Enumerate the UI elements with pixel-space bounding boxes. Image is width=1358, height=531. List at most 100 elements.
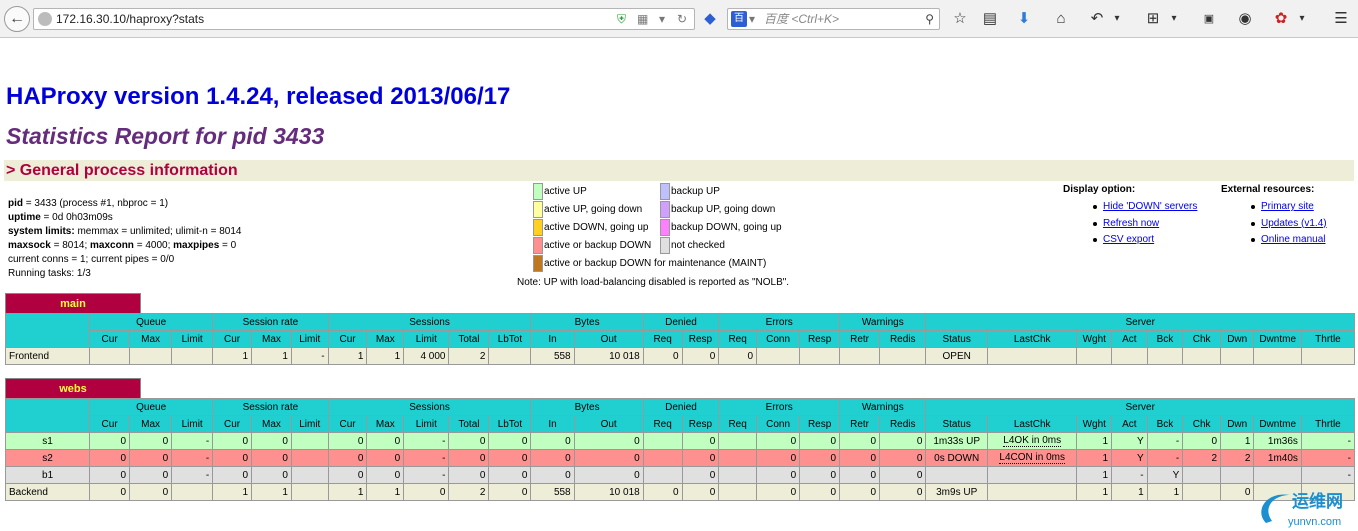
column-header: Resp — [681, 330, 720, 348]
fortune-icon[interactable]: ✿ — [1271, 9, 1291, 29]
column-header: Out — [573, 330, 644, 348]
table-cell: 0 — [89, 449, 131, 467]
column-header: LastChk — [986, 330, 1078, 348]
search-placeholder: 百度 <Ctrl+K> — [764, 12, 840, 26]
search-engine-dropdown-icon[interactable]: ▾ — [749, 9, 755, 29]
table-row: s1 0 0-0 0 0 0-0 0 0 0 0 0 0 0 0 1m33s UP L4OK in 0ms 1 Y… — [4, 432, 1356, 450]
table-cell: 0 — [448, 466, 490, 484]
table-cell: 1 — [1111, 483, 1148, 501]
table-cell: 0 — [488, 449, 532, 467]
table-cell: L4OK in 0ms — [986, 432, 1078, 450]
column-header: Cur — [89, 415, 131, 433]
general-info-section: > General process information — [4, 160, 1354, 181]
column-header: Limit — [290, 415, 329, 433]
csv-export-link[interactable]: CSV export — [1063, 232, 1197, 249]
reader-icon[interactable]: ▣ — [1199, 9, 1219, 29]
shield-icon[interactable]: ⛨ — [617, 9, 626, 29]
table-cell: 0 — [327, 432, 368, 450]
column-header: In — [530, 330, 575, 348]
table-cell — [1253, 466, 1302, 484]
bookmark-star-icon[interactable]: ☆ — [950, 9, 970, 29]
external-resources-title: External resources: — [1221, 184, 1315, 195]
table-cell: 0 — [799, 483, 841, 501]
table-cell: 0 — [839, 466, 881, 484]
group-header: Sessions — [327, 398, 532, 416]
chat-icon[interactable]: ◉ — [1235, 9, 1255, 29]
qr-code-icon[interactable]: ▦ — [637, 9, 648, 29]
legend-label: active or backup DOWN for maintenance (M… — [544, 258, 767, 269]
table-cell: 0 — [366, 432, 405, 450]
column-header: Resp — [799, 415, 841, 433]
table-cell: 0 — [879, 449, 927, 467]
table-cell: 0 — [718, 347, 758, 365]
column-header: Retr — [839, 415, 881, 433]
row-name-cell: s2 — [4, 449, 91, 467]
table-cell: 0 — [756, 466, 801, 484]
crop-dropdown-icon[interactable]: ▾ — [1168, 9, 1180, 29]
table-cell: - — [1146, 432, 1184, 450]
search-engine-icon[interactable]: 百 — [731, 11, 747, 27]
home-icon[interactable]: ⌂ — [1051, 9, 1071, 29]
extension-icon[interactable]: ◆ — [700, 9, 720, 29]
legend-label: backup UP — [671, 186, 720, 197]
table-cell — [718, 432, 758, 450]
table-cell: 0 — [129, 432, 173, 450]
crop-icon[interactable]: ⊞ — [1143, 9, 1163, 29]
table-cell — [171, 483, 214, 501]
search-bar[interactable]: 百 ▾ 百度 <Ctrl+K> ⚲ — [727, 8, 940, 30]
column-header: Max — [251, 330, 292, 348]
table-cell: 558 — [530, 347, 575, 365]
column-header: Cur — [212, 330, 252, 348]
table-cell: 0 — [251, 432, 292, 450]
online-manual-link[interactable]: Online manual — [1221, 232, 1327, 249]
group-header: Session rate — [212, 398, 329, 416]
table-cell: 10 018 — [573, 483, 644, 501]
column-header: Wght — [1076, 330, 1113, 348]
legend-swatch — [660, 183, 670, 200]
undo-dropdown-icon[interactable]: ▾ — [1111, 9, 1123, 29]
table-cell — [290, 483, 329, 501]
table-cell: 0 — [89, 466, 131, 484]
fortune-dropdown-icon[interactable]: ▾ — [1296, 9, 1308, 29]
column-header: Max — [366, 415, 405, 433]
search-icon[interactable]: ⚲ — [925, 9, 934, 29]
running-tasks: Running tasks: 1/3 — [8, 268, 91, 279]
proxy-tab-webs: webs — [5, 378, 141, 399]
table-cell: 0 — [1182, 432, 1221, 450]
primary-site-link[interactable]: Primary site — [1221, 199, 1327, 216]
bookmarks-list-icon[interactable]: ▤ — [980, 9, 1000, 29]
table-cell: - — [171, 466, 214, 484]
table-cell: 0 — [681, 449, 720, 467]
table-cell: 1 — [1076, 432, 1113, 450]
table-cell: 0 — [327, 449, 368, 467]
menu-icon[interactable]: ☰ — [1331, 9, 1351, 29]
legend-swatch — [533, 183, 543, 200]
table-cell: 1 — [1076, 483, 1113, 501]
table-cell — [986, 483, 1078, 501]
table-cell: 0 — [879, 483, 927, 501]
table-cell — [718, 483, 758, 501]
address-bar[interactable]: 172.16.30.10/haproxy?stats ⛨ ▦ ▾ ↻ — [33, 8, 695, 30]
back-button[interactable]: ← — [4, 6, 30, 32]
reload-icon[interactable]: ↻ — [677, 9, 687, 29]
refresh-now-link[interactable]: Refresh now — [1063, 216, 1197, 233]
legend-swatch — [660, 201, 670, 218]
maxsock-value: = 8014; — [50, 240, 91, 251]
table-cell: 1 — [1219, 432, 1255, 450]
table-cell: 1 — [1076, 466, 1113, 484]
table-cell — [1146, 347, 1184, 365]
column-header: Cur — [327, 330, 368, 348]
group-header-row: Queue Session rate Sessions Bytes Denied Erro… — [4, 313, 1355, 348]
group-header: Denied — [642, 398, 720, 416]
column-header: Thrtle — [1300, 415, 1356, 433]
hide-down-servers-link[interactable]: Hide 'DOWN' servers — [1063, 199, 1197, 216]
column-header: Limit — [290, 330, 329, 348]
table-cell — [839, 347, 881, 365]
column-header: Out — [573, 415, 644, 433]
updates-link[interactable]: Updates (v1.4) — [1221, 216, 1327, 233]
legend-swatch — [533, 201, 543, 218]
column-header: Req — [642, 415, 683, 433]
download-icon[interactable]: ⬇ — [1014, 9, 1034, 29]
dropdown-icon[interactable]: ▾ — [659, 9, 665, 29]
undo-icon[interactable]: ↶ — [1087, 9, 1107, 29]
